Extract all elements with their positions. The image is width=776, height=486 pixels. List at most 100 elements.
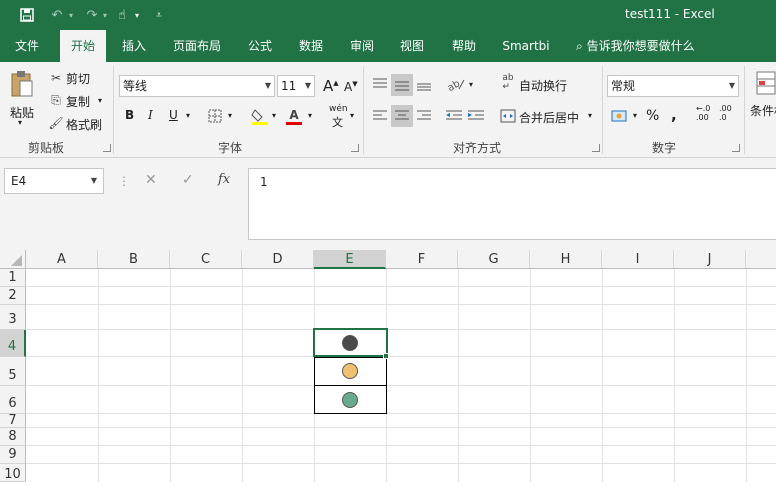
align-left-icon[interactable] [371,106,389,126]
column-header-a[interactable]: A [26,250,98,269]
column-header-g[interactable]: G [458,250,530,269]
wrap-text-icon[interactable]: ab ↵ [500,72,516,94]
tell-me-box[interactable]: ⌕ 告诉我你想要做什么 [576,30,695,62]
cut-button[interactable]: 剪切 [66,70,90,87]
undo-dropdown-icon[interactable]: ▾ [66,5,76,25]
row-header-2[interactable]: 2 [0,287,26,305]
column-header-i[interactable]: I [602,250,674,269]
font-color-icon[interactable]: A [285,106,303,126]
paste-dropdown-icon[interactable]: ▾ [18,118,22,127]
column-header-d[interactable]: D [242,250,314,269]
cut-icon[interactable]: ✂ [48,70,64,86]
row-header-1[interactable]: 1 [0,269,26,287]
decrease-decimal-button[interactable]: .00.0 [719,104,732,122]
row-header-3[interactable]: 3 [0,305,26,330]
row-header-8[interactable]: 8 [0,428,26,446]
borders-dropdown-icon[interactable]: ▾ [228,111,232,120]
paste-icon[interactable] [8,68,36,100]
font-color-dropdown-icon[interactable]: ▾ [308,111,312,120]
tab-home[interactable]: 开始 [60,30,106,62]
column-header-h[interactable]: H [530,250,602,269]
conditional-formatting-icon[interactable] [755,70,776,96]
increase-decimal-button[interactable]: ←.0.00 [696,104,710,122]
fill-handle[interactable] [383,353,389,359]
accounting-format-icon[interactable] [610,106,632,126]
align-right-icon[interactable] [415,106,433,126]
fill-color-icon[interactable] [250,106,270,126]
touch-mode-icon[interactable]: ☝ [114,5,130,25]
column-header-j[interactable]: J [674,250,746,269]
format-painter-button[interactable]: 格式刷 [66,116,102,133]
merge-dropdown-icon[interactable]: ▾ [588,111,592,120]
tab-file[interactable]: 文件 [6,30,48,62]
shrink-font-icon[interactable]: A▼ [344,80,358,94]
row-header-9[interactable]: 9 [0,446,26,464]
merge-center-button[interactable]: 合并后居中 [519,109,579,126]
phonetic-icon[interactable]: wén [329,104,348,114]
conditional-formatting-button[interactable]: 条件格 [750,102,776,119]
row-header-4[interactable]: 4 [0,330,26,357]
copy-dropdown-icon[interactable]: ▾ [98,96,102,105]
fill-color-dropdown-icon[interactable]: ▾ [272,111,276,120]
tab-help[interactable]: 帮助 [444,30,484,62]
font-size-select[interactable]: 11 ▼ [277,75,315,97]
tab-formulas[interactable]: 公式 [240,30,280,62]
borders-icon[interactable] [206,107,224,125]
undo-icon[interactable]: ↶ [48,5,66,25]
comma-button[interactable]: , [671,106,677,124]
name-box[interactable]: E4 ▼ [4,168,104,194]
tab-view[interactable]: 视图 [392,30,432,62]
align-middle-icon[interactable] [391,74,413,96]
touch-dropdown-icon[interactable]: ▾ [132,5,142,25]
tab-insert[interactable]: 插入 [114,30,154,62]
align-center-icon[interactable] [391,105,413,127]
column-header-k[interactable] [746,250,776,269]
merge-center-icon[interactable] [499,106,517,126]
orientation-dropdown-icon[interactable]: ▾ [469,80,473,89]
save-icon[interactable] [16,5,38,25]
bold-button[interactable]: B [125,108,134,122]
phonetic-dropdown-icon[interactable]: ▾ [350,111,354,120]
cancel-icon[interactable]: ✕ [145,172,157,188]
underline-button[interactable]: U [169,108,178,122]
tab-smartbi[interactable]: Smartbi [498,30,554,62]
clipboard-launcher-icon[interactable] [103,144,111,152]
column-header-e[interactable]: E [314,250,386,269]
row-header-10[interactable]: 10 [0,464,26,482]
formula-input[interactable]: 1 [248,168,776,240]
active-cell-selection[interactable] [313,328,388,357]
grow-font-icon[interactable]: A▲ [323,77,339,95]
tab-data[interactable]: 数据 [290,30,332,62]
copy-button[interactable]: 复制 [66,93,90,110]
underline-dropdown-icon[interactable]: ▾ [186,111,190,120]
row-header-6[interactable]: 6 [0,386,26,414]
font-launcher-icon[interactable] [351,144,359,152]
percent-button[interactable]: % [646,108,659,124]
align-bottom-icon[interactable] [415,74,433,96]
column-header-c[interactable]: C [170,250,242,269]
enter-icon[interactable]: ✓ [182,172,194,188]
wrap-text-button[interactable]: 自动换行 [519,77,567,94]
row-header-7[interactable]: 7 [0,414,26,428]
italic-button[interactable]: I [148,108,153,122]
redo-icon[interactable]: ↷ [84,5,100,25]
tab-page-layout[interactable]: 页面布局 [168,30,226,62]
number-format-select[interactable]: 常规 ▼ [607,75,739,97]
customize-qat-icon[interactable]: ⩡ [153,5,165,25]
tab-review[interactable]: 审阅 [342,30,382,62]
select-all-button[interactable] [0,250,26,269]
row-header-5[interactable]: 5 [0,357,26,386]
number-launcher-icon[interactable] [732,144,740,152]
font-name-select[interactable]: 等线 ▼ [119,75,275,97]
increase-indent-icon[interactable] [467,106,485,126]
alignment-launcher-icon[interactable] [592,144,600,152]
insert-function-icon[interactable]: fx [218,172,230,187]
column-header-f[interactable]: F [386,250,458,269]
accounting-dropdown-icon[interactable]: ▾ [633,111,637,120]
align-top-icon[interactable] [371,74,389,94]
orientation-icon[interactable]: ab [445,74,467,94]
format-painter-icon[interactable]: 🖌 [48,115,64,131]
column-header-b[interactable]: B [98,250,170,269]
decrease-indent-icon[interactable] [445,106,463,126]
copy-icon[interactable]: ⎘ [48,92,64,108]
